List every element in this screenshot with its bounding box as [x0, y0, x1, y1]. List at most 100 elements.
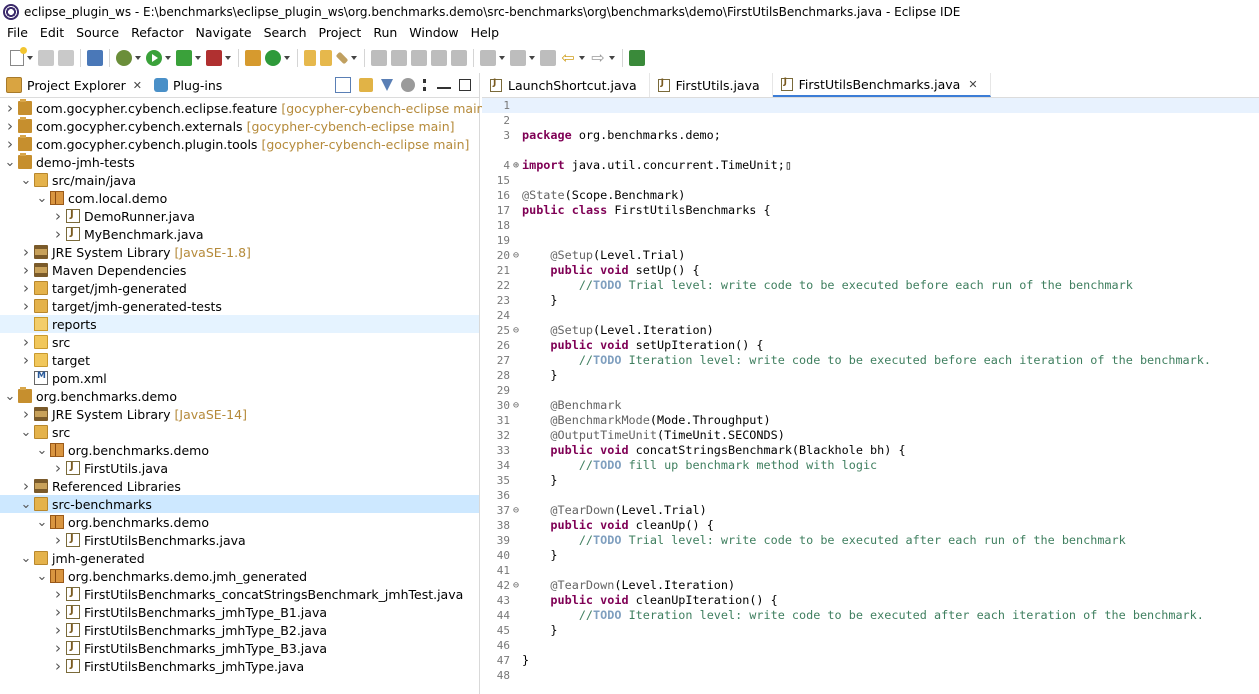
tree-item[interactable]: › FirstUtilsBenchmarks_jmhType_B3.java	[0, 639, 479, 657]
terminal-icon[interactable]	[87, 50, 103, 66]
debug-icon[interactable]	[116, 50, 132, 66]
new-package-icon[interactable]	[245, 50, 261, 66]
chevron-right-icon[interactable]: ›	[52, 603, 64, 621]
menu-project[interactable]: Project	[312, 23, 367, 43]
tree-item[interactable]: ⌄ jmh-generated	[0, 549, 479, 567]
save-icon[interactable]	[38, 50, 54, 66]
tree-item[interactable]: pom.xml	[0, 369, 479, 387]
chevron-right-icon[interactable]: ›	[52, 225, 64, 243]
chevron-right-icon[interactable]: ›	[20, 261, 32, 279]
chevron-right-icon[interactable]: ›	[4, 99, 16, 117]
forward-arrow-icon[interactable]: ⇨	[590, 50, 606, 66]
chevron-right-icon[interactable]: ›	[20, 297, 32, 315]
tree-item[interactable]: reports	[0, 315, 479, 333]
pin-editor-icon[interactable]	[629, 50, 645, 66]
next-annotation-dropdown-icon[interactable]	[499, 56, 505, 60]
tree-item[interactable]: ⌄ src	[0, 423, 479, 441]
search-icon[interactable]	[335, 51, 349, 65]
tree-item[interactable]: › FirstUtilsBenchmarks.java	[0, 531, 479, 549]
coverage-dropdown-icon[interactable]	[195, 56, 201, 60]
search-dropdown-icon[interactable]	[351, 56, 357, 60]
chevron-right-icon[interactable]: ›	[20, 279, 32, 297]
tree-item[interactable]: › FirstUtils.java	[0, 459, 479, 477]
show-whitespace-icon[interactable]	[431, 50, 447, 66]
chevron-down-icon[interactable]: ⌄	[4, 153, 16, 171]
new-icon[interactable]	[10, 47, 27, 66]
tree-item[interactable]: › com.gocypher.cybench.plugin.tools [gocyp…	[0, 135, 479, 153]
maximize-icon[interactable]	[459, 79, 471, 91]
tree-item[interactable]: ⌄ com.local.demo	[0, 189, 479, 207]
chevron-down-icon[interactable]: ⌄	[36, 513, 48, 531]
pilcrow-icon[interactable]	[451, 50, 467, 66]
new-class-icon[interactable]	[265, 50, 281, 66]
tree-item[interactable]: › Referenced Libraries	[0, 477, 479, 495]
chevron-right-icon[interactable]: ›	[4, 135, 16, 153]
focus-on-active-task-icon[interactable]	[401, 78, 415, 92]
chevron-right-icon[interactable]: ›	[20, 405, 32, 423]
tree-item[interactable]: ⌄ demo-jmh-tests	[0, 153, 479, 171]
view-menu-icon[interactable]	[423, 79, 429, 91]
toggle-block-selection-icon[interactable]	[411, 50, 427, 66]
menu-edit[interactable]: Edit	[33, 23, 69, 43]
close-icon[interactable]: ✕	[968, 78, 977, 91]
chevron-right-icon[interactable]: ›	[52, 621, 64, 639]
tree-item[interactable]: ⌄ src-benchmarks	[0, 495, 479, 513]
collapse-fold-icon[interactable]: ⊖	[510, 578, 522, 593]
menu-help[interactable]: Help	[464, 23, 505, 43]
next-annotation-icon[interactable]	[480, 50, 496, 66]
minimize-icon[interactable]	[437, 87, 451, 89]
menu-file[interactable]: File	[0, 23, 33, 43]
chevron-down-icon[interactable]: ⌄	[4, 387, 16, 405]
new-dropdown-icon[interactable]	[27, 56, 33, 60]
collapse-fold-icon[interactable]: ⊖	[510, 248, 522, 263]
previous-annotation-dropdown-icon[interactable]	[529, 56, 535, 60]
tree-item[interactable]: ⌄ src/main/java	[0, 171, 479, 189]
toggle-breadcrumb-icon[interactable]	[391, 50, 407, 66]
chevron-right-icon[interactable]: ›	[20, 351, 32, 369]
tree-item[interactable]: › target/jmh-generated	[0, 279, 479, 297]
tree-item[interactable]: ⌄ org.benchmarks.demo	[0, 513, 479, 531]
tree-item[interactable]: › src	[0, 333, 479, 351]
tree-item[interactable]: › com.gocypher.cybench.externals [gocypher…	[0, 117, 479, 135]
tab-project-explorer[interactable]: Project Explorer ✕	[0, 73, 149, 97]
chevron-down-icon[interactable]: ⌄	[36, 189, 48, 207]
collapse-all-icon[interactable]	[335, 77, 351, 93]
menu-window[interactable]: Window	[402, 23, 463, 43]
tree-item[interactable]: › JRE System Library [JavaSE-14]	[0, 405, 479, 423]
external-tools-icon[interactable]	[206, 50, 222, 66]
tree-item[interactable]: › DemoRunner.java	[0, 207, 479, 225]
filter-icon[interactable]	[381, 79, 393, 91]
collapse-fold-icon[interactable]: ⊖	[510, 398, 522, 413]
chevron-down-icon[interactable]: ⌄	[36, 567, 48, 585]
chevron-right-icon[interactable]: ›	[52, 459, 64, 477]
toggle-mark-occurrences-icon[interactable]	[371, 50, 387, 66]
chevron-right-icon[interactable]: ›	[52, 585, 64, 603]
run-icon[interactable]	[146, 50, 162, 66]
menu-source[interactable]: Source	[69, 23, 124, 43]
previous-annotation-icon[interactable]	[510, 50, 526, 66]
chevron-right-icon[interactable]: ›	[4, 117, 16, 135]
collapse-fold-icon[interactable]: ⊖	[510, 503, 522, 518]
open-type-icon[interactable]	[304, 50, 316, 66]
chevron-right-icon[interactable]: ›	[20, 477, 32, 495]
tree-item[interactable]: ⌄ org.benchmarks.demo	[0, 441, 479, 459]
tree-item[interactable]: › FirstUtilsBenchmarks_jmhType_B1.java	[0, 603, 479, 621]
tree-item[interactable]: › com.gocypher.cybench.eclipse.feature [go…	[0, 99, 489, 117]
editor-tab-firstutilsbenchmarks[interactable]: FirstUtilsBenchmarks.java ✕	[772, 73, 991, 97]
save-all-icon[interactable]	[58, 50, 74, 66]
chevron-down-icon[interactable]: ⌄	[36, 441, 48, 459]
chevron-down-icon[interactable]: ⌄	[20, 495, 32, 513]
chevron-right-icon[interactable]: ›	[52, 639, 64, 657]
tree-item[interactable]: ⌄ org.benchmarks.demo	[0, 387, 479, 405]
tree-item[interactable]: › FirstUtilsBenchmarks_concatStringsBench…	[0, 585, 479, 603]
tree-item[interactable]: ⌄ org.benchmarks.demo.jmh_generated	[0, 567, 479, 585]
tab-plug-ins[interactable]: Plug-ins	[148, 73, 228, 97]
debug-dropdown-icon[interactable]	[135, 56, 141, 60]
editor-tab-firstutils[interactable]: FirstUtils.java	[650, 73, 773, 97]
chevron-right-icon[interactable]: ›	[52, 531, 64, 549]
menu-search[interactable]: Search	[257, 23, 312, 43]
new-class-dropdown-icon[interactable]	[284, 56, 290, 60]
collapse-fold-icon[interactable]: ⊖	[510, 323, 522, 338]
chevron-down-icon[interactable]: ⌄	[20, 549, 32, 567]
menu-navigate[interactable]: Navigate	[189, 23, 257, 43]
